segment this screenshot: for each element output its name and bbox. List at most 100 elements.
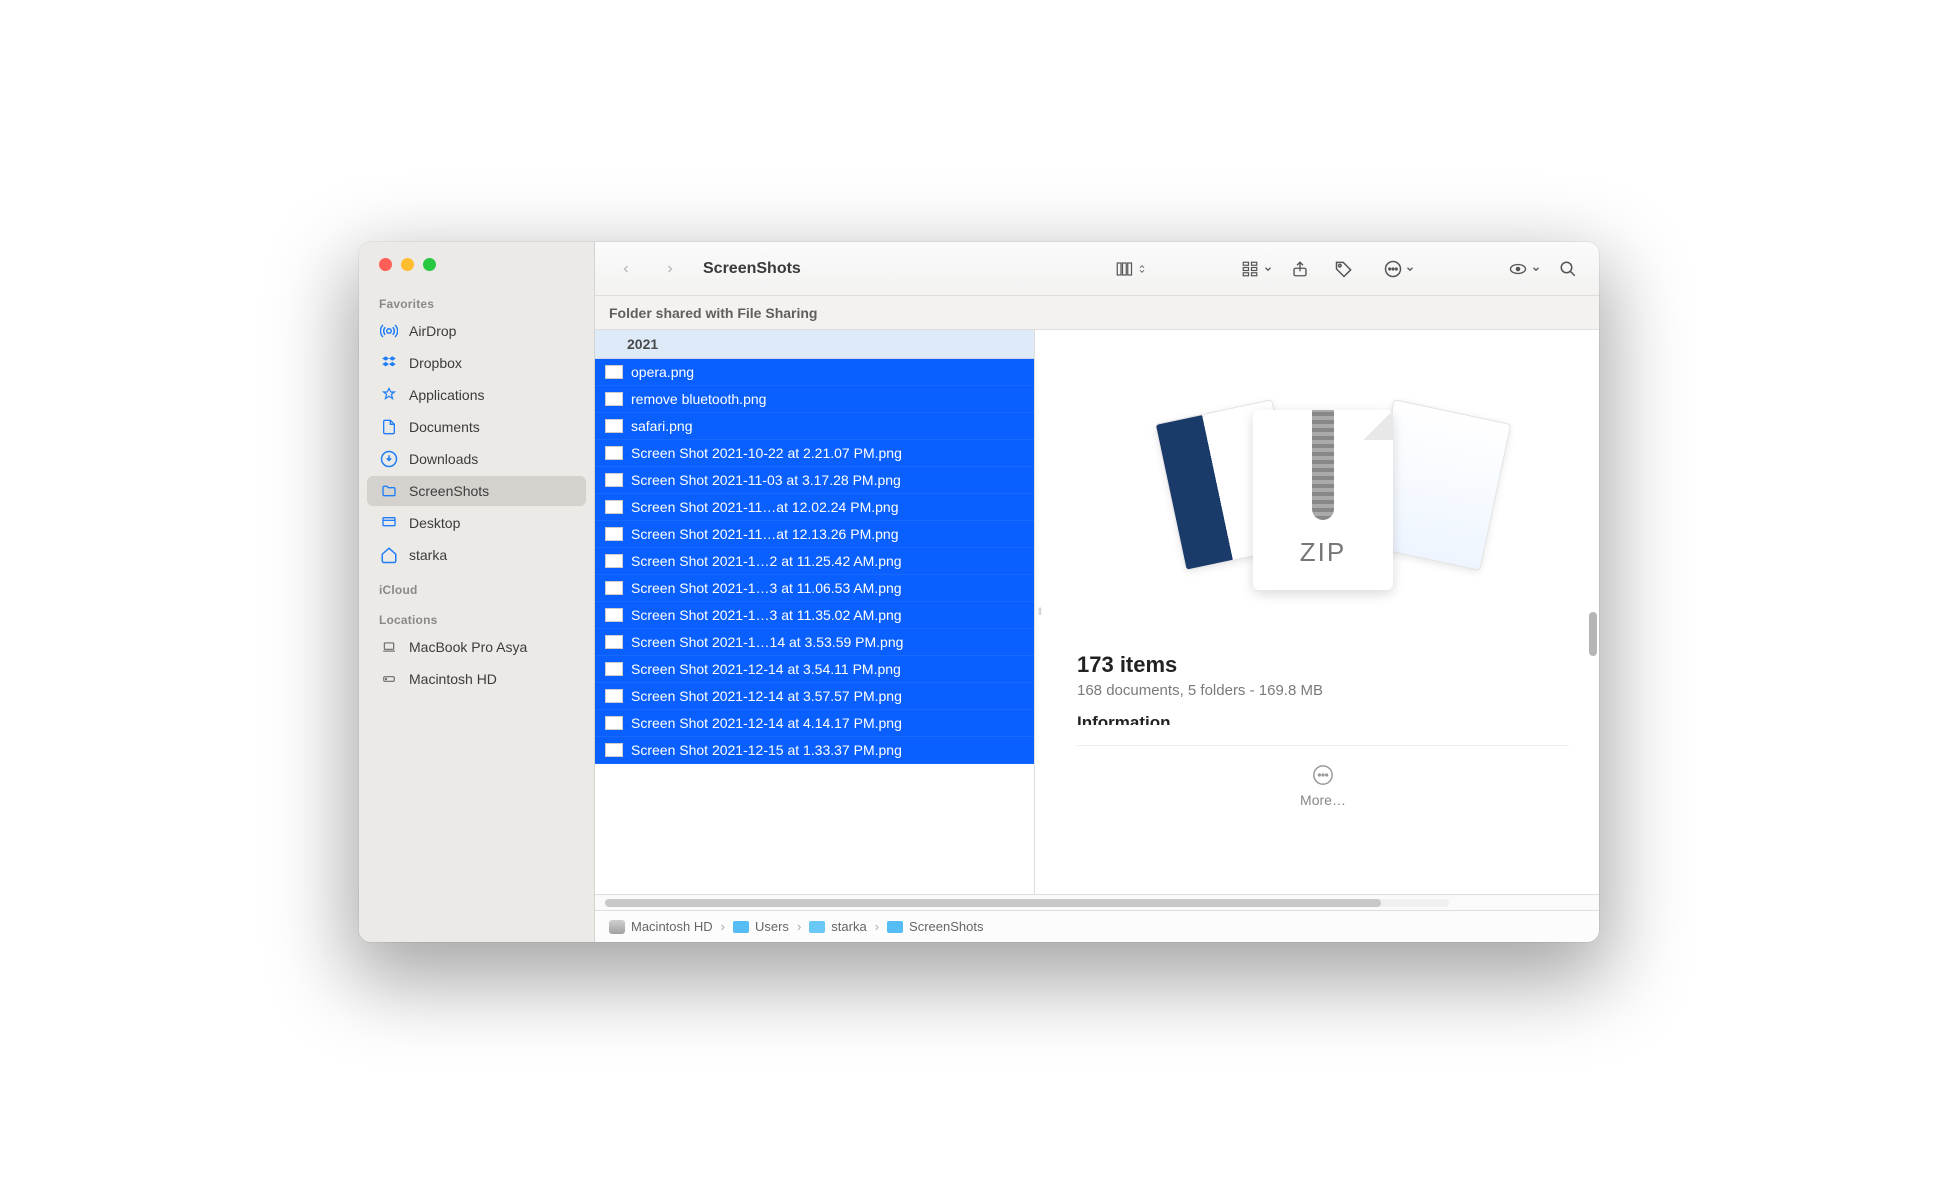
sidebar-item-screenshots[interactable]: ScreenShots — [367, 476, 586, 506]
content: 2021 opera.png remove bluetooth.png safari… — [595, 330, 1599, 894]
file-row[interactable]: opera.png — [595, 359, 1034, 386]
file-thumbnail-icon — [605, 419, 623, 433]
preview-scrollbar[interactable] — [1589, 612, 1597, 656]
file-name: opera.png — [631, 364, 694, 380]
file-thumbnail-icon — [605, 392, 623, 406]
file-row[interactable]: Screen Shot 2021-10-22 at 2.21.07 PM.png — [595, 440, 1034, 467]
zipper-graphic — [1312, 410, 1334, 520]
sidebar-item-downloads[interactable]: Downloads — [367, 444, 586, 474]
share-button[interactable] — [1283, 254, 1317, 284]
sidebar-item-label: Desktop — [409, 515, 460, 531]
ellipsis-circle-icon[interactable] — [1312, 764, 1334, 786]
sidebar-item-label: Applications — [409, 387, 485, 403]
close-button[interactable] — [379, 258, 392, 271]
tags-button[interactable] — [1327, 254, 1361, 284]
file-thumbnail-icon — [605, 473, 623, 487]
file-row[interactable]: Screen Shot 2021-12-14 at 4.14.17 PM.png — [595, 710, 1034, 737]
sidebar-item-label: Documents — [409, 419, 480, 435]
preview-more-section: More… — [1077, 745, 1569, 808]
file-thumbnail-icon — [605, 365, 623, 379]
laptop-icon — [379, 637, 399, 657]
file-row[interactable]: Screen Shot 2021-12-14 at 3.57.57 PM.png — [595, 683, 1034, 710]
file-thumbnail-icon — [605, 635, 623, 649]
preview-thumbnail: ZIP — [1077, 360, 1569, 640]
file-thumbnail-icon — [605, 743, 623, 757]
file-thumbnail-icon — [605, 554, 623, 568]
file-name: Screen Shot 2021-1…3 at 11.06.53 AM.png — [631, 580, 902, 596]
fullscreen-button[interactable] — [423, 258, 436, 271]
airdrop-icon — [379, 321, 399, 341]
zip-label: ZIP — [1300, 537, 1346, 590]
home-icon — [379, 545, 399, 565]
file-thumbnail-icon — [605, 716, 623, 730]
main-area: ScreenShots Folder shared — [595, 242, 1599, 942]
file-row[interactable]: remove bluetooth.png — [595, 386, 1034, 413]
file-name: Screen Shot 2021-12-14 at 3.54.11 PM.png — [631, 661, 901, 677]
file-name: Screen Shot 2021-1…3 at 11.35.02 AM.png — [631, 607, 902, 623]
file-row[interactable]: Screen Shot 2021-12-14 at 3.54.11 PM.png — [595, 656, 1034, 683]
sidebar-section-icloud: iCloud — [359, 571, 594, 601]
sidebar-item-label: Downloads — [409, 451, 478, 467]
minimize-button[interactable] — [401, 258, 414, 271]
file-row[interactable]: Screen Shot 2021-11…at 12.13.26 PM.png — [595, 521, 1034, 548]
path-segment-disk[interactable]: Macintosh HD — [609, 919, 713, 934]
file-row[interactable]: safari.png — [595, 413, 1034, 440]
sidebar-item-dropbox[interactable]: Dropbox — [367, 348, 586, 378]
group-by-button[interactable] — [1239, 260, 1273, 278]
sidebar-item-desktop[interactable]: Desktop — [367, 508, 586, 538]
file-list[interactable]: opera.png remove bluetooth.png safari.png S… — [595, 359, 1034, 894]
folder-icon — [379, 481, 399, 501]
group-header[interactable]: 2021 — [595, 330, 1034, 359]
folder-icon — [733, 921, 749, 933]
path-segment-users[interactable]: Users — [733, 919, 789, 934]
more-label[interactable]: More… — [1300, 792, 1346, 808]
search-button[interactable] — [1551, 254, 1585, 284]
column-resize-handle[interactable]: ‖ — [1035, 330, 1047, 894]
file-name: Screen Shot 2021-11…at 12.13.26 PM.png — [631, 526, 898, 542]
file-row[interactable]: Screen Shot 2021-1…3 at 11.06.53 AM.png — [595, 575, 1034, 602]
file-name: Screen Shot 2021-12-14 at 4.14.17 PM.png — [631, 715, 902, 731]
preview-pane: ZIP 173 items 168 documents, 5 folders -… — [1047, 330, 1599, 894]
path-segment-starka[interactable]: starka — [809, 919, 866, 934]
sidebar-item-documents[interactable]: Documents — [367, 412, 586, 442]
sidebar-item-applications[interactable]: Applications — [367, 380, 586, 410]
file-row[interactable]: Screen Shot 2021-11…at 12.02.24 PM.png — [595, 494, 1034, 521]
actions-button[interactable] — [1383, 259, 1415, 279]
file-row[interactable]: Screen Shot 2021-12-15 at 1.33.37 PM.png — [595, 737, 1034, 764]
file-name: remove bluetooth.png — [631, 391, 766, 407]
zip-archive-icon: ZIP — [1253, 410, 1393, 590]
chevron-right-icon: › — [797, 919, 801, 934]
path-label: Users — [755, 919, 789, 934]
sidebar-item-home[interactable]: starka — [367, 540, 586, 570]
downloads-icon — [379, 449, 399, 469]
horizontal-scrollbar[interactable] — [595, 894, 1599, 910]
sidebar-item-label: Macintosh HD — [409, 671, 497, 687]
preview-item-count: 173 items — [1077, 652, 1569, 678]
sidebar-item-macintosh-hd[interactable]: Macintosh HD — [367, 664, 586, 694]
file-row[interactable]: Screen Shot 2021-1…3 at 11.35.02 AM.png — [595, 602, 1034, 629]
disk-icon — [379, 669, 399, 689]
path-label: starka — [831, 919, 866, 934]
path-label: ScreenShots — [909, 919, 983, 934]
file-row[interactable]: Screen Shot 2021-1…2 at 11.25.42 AM.png — [595, 548, 1034, 575]
file-thumbnail-icon — [605, 500, 623, 514]
sidebar-item-macbook[interactable]: MacBook Pro Asya — [367, 632, 586, 662]
file-name: Screen Shot 2021-1…14 at 3.53.59 PM.png — [631, 634, 903, 650]
path-bar: Macintosh HD › Users › starka › ScreenSh… — [595, 910, 1599, 942]
file-column: 2021 opera.png remove bluetooth.png safari… — [595, 330, 1035, 894]
forward-button[interactable] — [653, 254, 687, 284]
path-segment-screenshots[interactable]: ScreenShots — [887, 919, 983, 934]
file-name: Screen Shot 2021-10-22 at 2.21.07 PM.png — [631, 445, 902, 461]
sidebar-item-label: MacBook Pro Asya — [409, 639, 527, 655]
sidebar-item-airdrop[interactable]: AirDrop — [367, 316, 586, 346]
file-row[interactable]: Screen Shot 2021-1…14 at 3.53.59 PM.png — [595, 629, 1034, 656]
preview-info: 173 items 168 documents, 5 folders - 169… — [1077, 640, 1569, 725]
folder-icon — [887, 921, 903, 933]
view-mode-button[interactable] — [1113, 260, 1147, 278]
chevron-right-icon: › — [875, 919, 879, 934]
window-controls — [359, 258, 594, 285]
disk-icon — [609, 920, 625, 934]
back-button[interactable] — [609, 254, 643, 284]
preview-toggle-button[interactable] — [1507, 260, 1541, 278]
file-row[interactable]: Screen Shot 2021-11-03 at 3.17.28 PM.png — [595, 467, 1034, 494]
